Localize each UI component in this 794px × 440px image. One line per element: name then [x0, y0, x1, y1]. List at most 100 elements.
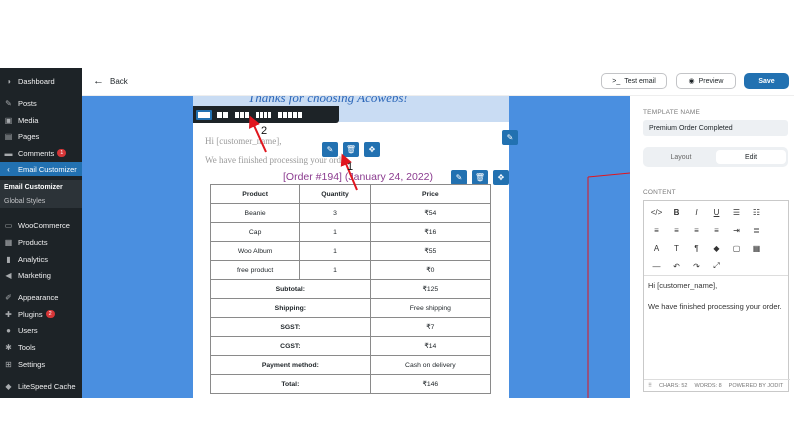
test-email-button[interactable]: >_ Test email [601, 73, 667, 89]
totals-value: ₹14 [369, 336, 492, 356]
column-layout-selector [193, 106, 339, 123]
save-button[interactable]: Save [744, 73, 789, 89]
table-cell: Woo Album [209, 241, 301, 261]
paragraph-icon[interactable]: ¶ [688, 244, 705, 253]
undo-icon[interactable]: ↶ [668, 262, 685, 271]
sidebar-item-tools[interactable]: ✱ Tools [0, 340, 82, 354]
edit-block-button[interactable]: ✎ [502, 130, 518, 145]
bullet-list-icon[interactable]: ☰ [728, 208, 745, 217]
move-order-button[interactable]: ✥ [493, 170, 509, 185]
annotation-label-2: 2 [261, 125, 268, 137]
fullscreen-icon[interactable]: ⤢ [708, 261, 725, 271]
table-cell: 3 [299, 203, 371, 223]
sidebar-item-settings[interactable]: ⊞ Settings [0, 357, 82, 371]
indent-icon[interactable]: ⇥ [728, 226, 745, 235]
sidebar-item-users[interactable]: ● Users [0, 323, 82, 337]
submenu-global-styles[interactable]: Global Styles [0, 194, 82, 208]
table-icon[interactable]: ▦ [748, 244, 765, 253]
totals-row: Payment method: Cash on delivery [210, 355, 492, 375]
eye-icon: ◉ [688, 78, 695, 85]
pin-icon: ✎ [5, 98, 12, 108]
table-row: free product 1 ₹0 [209, 260, 492, 280]
table-cell: ₹55 [369, 241, 492, 261]
content-label: CONTENT [643, 189, 676, 196]
layout-1-column[interactable] [196, 109, 212, 120]
pencil-icon: ✎ [506, 133, 514, 142]
source-code-icon[interactable]: </> [648, 208, 665, 217]
horizontal-rule-icon[interactable]: — [648, 262, 665, 271]
italic-icon[interactable]: I [688, 208, 705, 217]
totals-row: SGST: ₹7 [210, 317, 492, 337]
sidebar-item-email-customizer[interactable]: ‹ Email Customizer [0, 162, 82, 176]
template-name-input[interactable]: Premium Order Completed [643, 120, 788, 136]
move-text-button[interactable]: ✥ [364, 142, 380, 157]
color-icon[interactable]: ◆ [708, 244, 725, 253]
dashboard-icon: ◑ [6, 76, 11, 86]
totals-value: ₹7 [369, 317, 492, 337]
sidebar-item-appearance[interactable]: ✐ Appearance [0, 290, 82, 304]
totals-label: CGST: [210, 336, 371, 356]
editor-line-1[interactable]: Hi [customer_name], [648, 281, 717, 290]
outdent-icon[interactable]: ≣ [748, 226, 765, 235]
sidebar-item-dashboard[interactable]: ◑ Dashboard [0, 74, 82, 88]
align-right-icon[interactable]: ≡ [688, 226, 705, 235]
table-cell: 1 [299, 241, 371, 261]
analytics-icon: ▮ [6, 254, 11, 264]
totals-label: Shipping: [210, 298, 371, 318]
editor-footer: ⠿ CHARS: 52 WORDS: 8 POWERED BY JODIT [644, 379, 790, 391]
trash-icon: 🗑 [345, 145, 357, 154]
chars-count: CHARS: 52 [659, 382, 688, 389]
underline-icon[interactable]: U [708, 208, 725, 217]
submenu-email-customizer[interactable]: Email Customizer [0, 180, 82, 194]
layout-4-column[interactable] [254, 110, 273, 120]
rich-text-editor: </> B I U ☰ ☷ ≡ ≡ ≡ ≡ ⇥ ≣ A T ¶ ◆ ▢ ▦ — … [643, 200, 790, 392]
table-cell: Beanie [209, 203, 301, 223]
tools-icon: ✱ [5, 342, 12, 352]
sidebar-item-products[interactable]: ▦ Products [0, 235, 82, 249]
sidebar-item-pages[interactable]: ▤ Pages [0, 129, 82, 143]
sidebar-item-analytics[interactable]: ▮ Analytics [0, 252, 82, 266]
numbered-list-icon[interactable]: ☷ [748, 208, 765, 217]
sidebar-item-litespeed-cache[interactable]: ◆ LiteSpeed Cache [0, 379, 82, 393]
layout-2-column[interactable] [215, 110, 230, 120]
sidebar-item-marketing[interactable]: ◀ Marketing [0, 268, 82, 282]
edit-text-button[interactable]: ✎ [322, 142, 338, 157]
sidebar-item-comments[interactable]: ▬ Comments 1 [0, 146, 82, 160]
sidebar-item-plugins[interactable]: ✚ Plugins 2 [0, 307, 82, 321]
comments-icon: ▬ [4, 148, 13, 158]
table-cell: ₹0 [369, 260, 492, 280]
tab-layout[interactable]: Layout [646, 150, 716, 164]
sidebar-item-label: Posts [18, 98, 37, 108]
bold-icon[interactable]: B [668, 208, 685, 217]
delete-text-button[interactable]: 🗑 [343, 142, 359, 157]
column-header: Price [369, 184, 492, 204]
font-size-icon[interactable]: T [668, 244, 685, 253]
users-icon: ● [6, 325, 11, 335]
back-button[interactable]: ← Back [93, 75, 128, 87]
edit-order-button[interactable]: ✎ [451, 170, 467, 185]
delete-order-button[interactable]: 🗑 [472, 170, 488, 185]
preview-button[interactable]: ◉ Preview [676, 73, 736, 89]
table-cell: free product [209, 260, 301, 280]
align-left-icon[interactable]: ≡ [648, 226, 665, 235]
appearance-icon: ✐ [5, 292, 12, 302]
sidebar-item-media[interactable]: ▣ Media [0, 113, 82, 127]
tab-edit[interactable]: Edit [716, 150, 786, 164]
table-row: Cap 1 ₹16 [209, 222, 492, 242]
align-center-icon[interactable]: ≡ [668, 226, 685, 235]
image-icon[interactable]: ▢ [728, 244, 745, 253]
sidebar-item-label: LiteSpeed Cache [18, 381, 76, 391]
sidebar-item-label: Tools [18, 342, 36, 352]
redo-icon[interactable]: ↷ [688, 262, 705, 271]
totals-row: Shipping: Free shipping [210, 298, 492, 318]
totals-value: ₹146 [369, 374, 492, 394]
sidebar-item-label: Plugins [18, 309, 43, 319]
align-justify-icon[interactable]: ≡ [708, 226, 725, 235]
editor-line-2[interactable]: We have finished processing your order. [648, 302, 782, 311]
sidebar-item-label: Analytics [18, 254, 49, 264]
font-icon[interactable]: A [648, 244, 665, 253]
sidebar-item-posts[interactable]: ✎ Posts [0, 96, 82, 110]
layout-5-column[interactable] [276, 110, 304, 120]
layout-3-column[interactable] [233, 110, 251, 120]
sidebar-item-woocommerce[interactable]: ▭ WooCommerce [0, 218, 82, 232]
